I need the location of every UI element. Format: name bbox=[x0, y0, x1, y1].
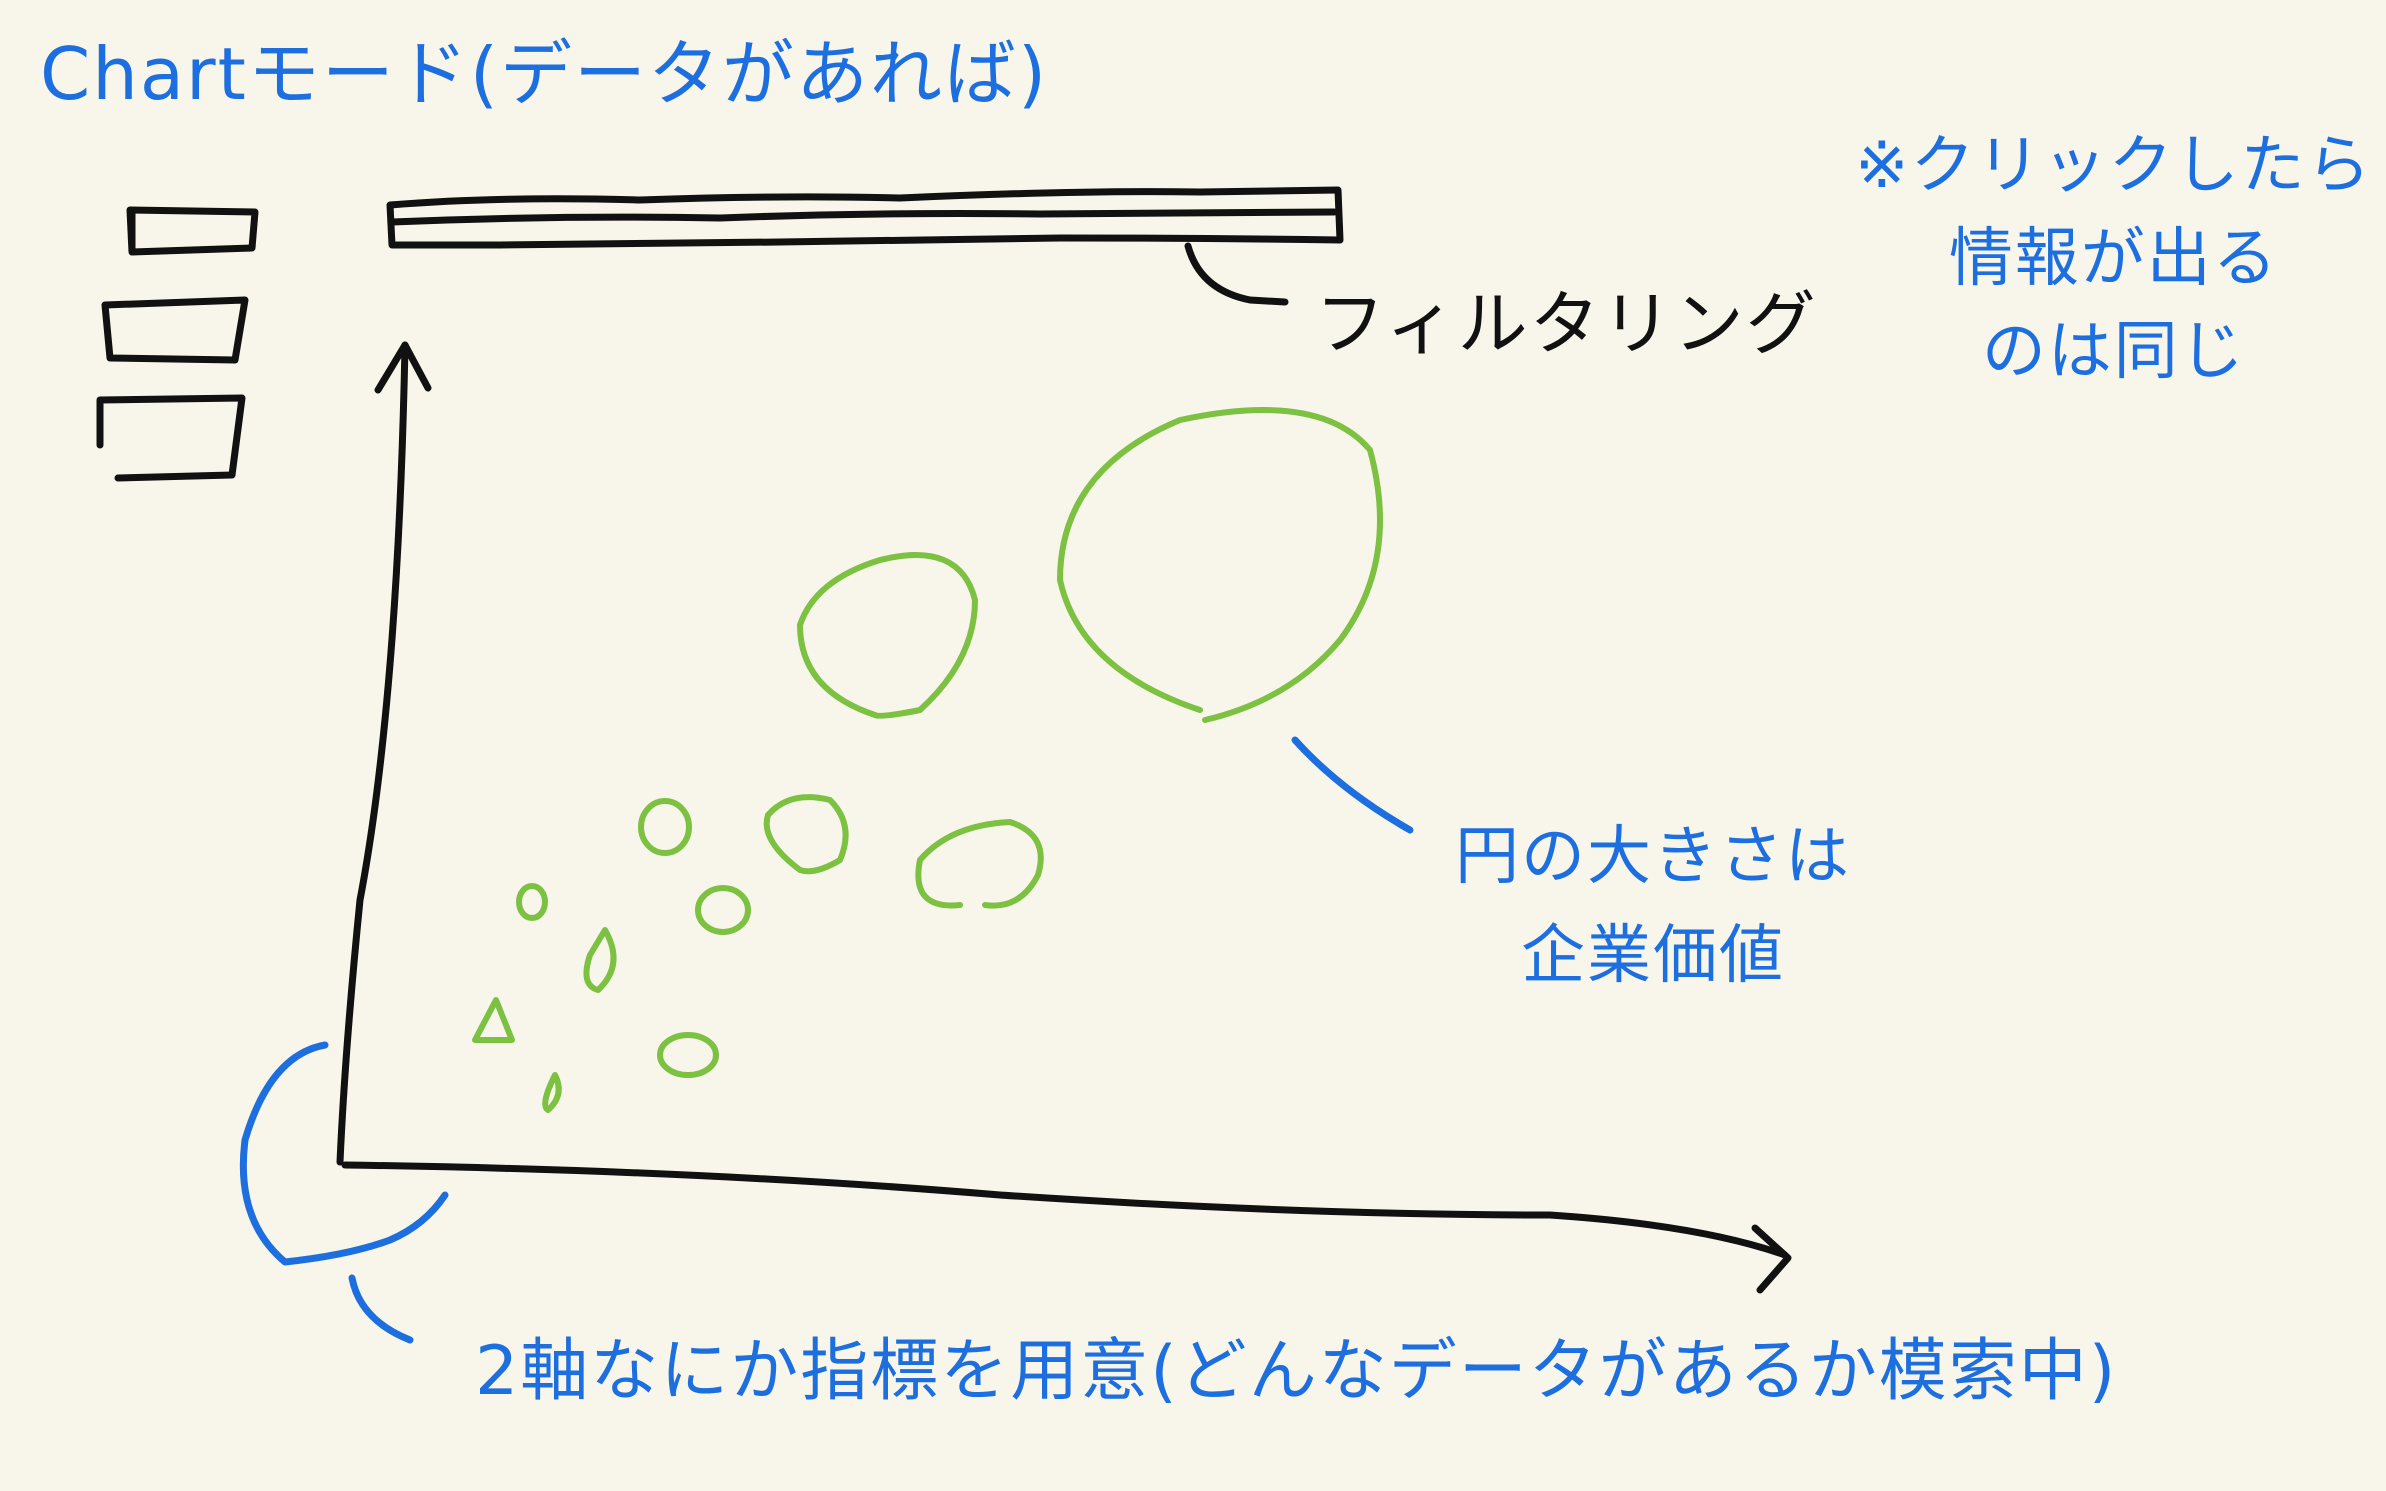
click-note-line: のは同じ bbox=[1981, 314, 2246, 389]
bubble[interactable] bbox=[472, 997, 515, 1043]
bubble-callout-line bbox=[1291, 736, 1414, 834]
bubble[interactable] bbox=[657, 1032, 719, 1078]
y-axis bbox=[336, 341, 409, 1166]
axis-note: 2軸なにか指標を用意(どんなデータがあるか模索中) bbox=[475, 1332, 2118, 1411]
filter-callout-line bbox=[1184, 242, 1289, 306]
bubble[interactable] bbox=[583, 927, 617, 993]
bubble[interactable] bbox=[542, 1072, 562, 1113]
axis-callout-line bbox=[348, 1274, 414, 1344]
bubble[interactable] bbox=[516, 883, 548, 921]
bubble[interactable] bbox=[638, 798, 692, 856]
bubble-size-note-line: 円の大きさは bbox=[1455, 820, 1851, 894]
click-note: ※クリックしたら 情報が出る のは同じ bbox=[1855, 120, 2373, 398]
bubble-size-note-line: 企業価値 bbox=[1521, 919, 1785, 994]
bubble[interactable] bbox=[1057, 407, 1383, 723]
click-note-line: ※クリックしたら bbox=[1855, 129, 2373, 203]
bubble[interactable] bbox=[915, 819, 1044, 909]
bubble[interactable] bbox=[695, 885, 751, 935]
filter-bar-inner bbox=[388, 208, 1338, 226]
side-menu-sketch bbox=[96, 206, 259, 482]
bubble-group bbox=[472, 407, 1383, 1113]
side-menu-box-1 bbox=[126, 206, 259, 256]
x-axis bbox=[341, 1161, 1789, 1259]
bubble[interactable] bbox=[797, 552, 978, 719]
bubble-size-note: 円の大きさは 企業価値 bbox=[1455, 808, 1851, 1006]
side-menu-box-2 bbox=[101, 296, 249, 364]
click-note-line: 情報が出る bbox=[1948, 221, 2279, 296]
side-menu-box-3 bbox=[96, 394, 246, 482]
x-axis-arrow bbox=[1751, 1224, 1792, 1294]
page-title: Chartモード(データがあれば) bbox=[40, 32, 1049, 116]
bubble[interactable] bbox=[763, 794, 849, 875]
filter-label: フィルタリング bbox=[1315, 283, 1818, 365]
